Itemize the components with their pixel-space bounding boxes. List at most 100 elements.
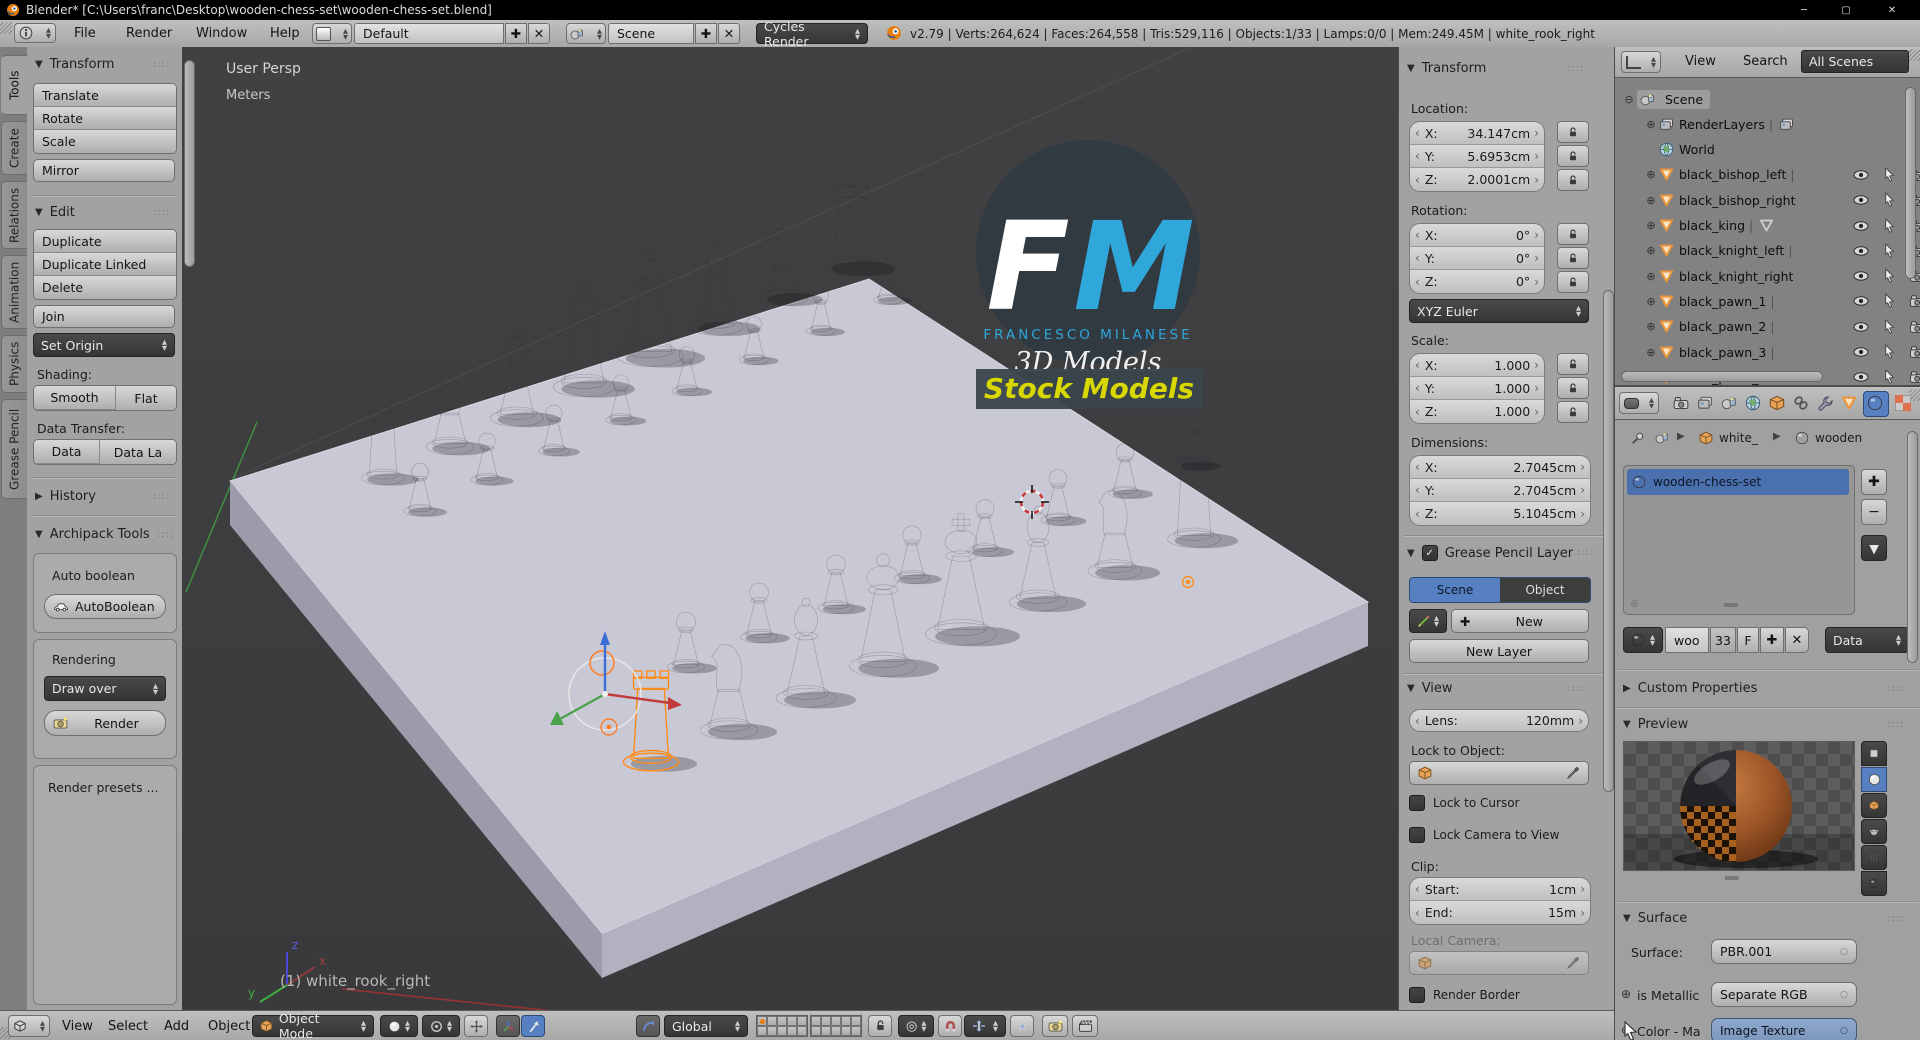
layer-cell[interactable]: [757, 1016, 767, 1026]
gp-new-layer-button[interactable]: New Layer: [1409, 639, 1589, 663]
npanel-scrollbar[interactable]: [1603, 290, 1614, 792]
pivot-align-toggle[interactable]: [464, 1015, 488, 1037]
outliner-item-label[interactable]: black_pawn_3: [1679, 345, 1766, 360]
panel-header-preview[interactable]: ▼ Preview: [1623, 717, 1688, 732]
viewport-shading-dropdown[interactable]: ▲ ▼: [380, 1015, 418, 1037]
tab-object-icon[interactable]: [1769, 395, 1785, 411]
eyedropper-icon[interactable]: [1566, 956, 1580, 970]
duplicate-button[interactable]: Duplicate: [34, 230, 176, 253]
panel-header-surface[interactable]: ▼ Surface: [1623, 911, 1687, 926]
scale-button[interactable]: Scale: [34, 130, 176, 153]
layer-cell[interactable]: [777, 1026, 787, 1036]
outliner-item-label[interactable]: black_king: [1679, 218, 1745, 233]
panel-header-transform[interactable]: ▼ Transform: [35, 57, 114, 72]
outliner-item-label[interactable]: black_knight_left: [1679, 243, 1784, 258]
expander-icon[interactable]: ⊕: [1643, 270, 1659, 283]
color-value-dropdown[interactable]: Image Texture ○: [1711, 1018, 1857, 1040]
dimensions-z-field[interactable]: ‹ Z: 5.1045cm ›: [1410, 502, 1590, 525]
outliner-menu-view[interactable]: View: [1681, 54, 1720, 69]
outliner-item-label[interactable]: black_pawn_2: [1679, 319, 1766, 334]
tab-world-icon[interactable]: [1745, 395, 1761, 411]
menu-window[interactable]: Window: [192, 26, 251, 41]
location-y-field[interactable]: ‹ Y: 5.6953cm ›: [1410, 145, 1544, 168]
join-button[interactable]: Join: [33, 305, 175, 328]
outliner-item-label[interactable]: Scene: [1665, 92, 1703, 107]
outliner-item-label[interactable]: World: [1679, 142, 1715, 157]
local-camera-field[interactable]: [1409, 951, 1589, 975]
renderable-camera-icon[interactable]: [1909, 321, 1920, 333]
metallic-value-dropdown[interactable]: Separate RGB ○: [1711, 982, 1857, 1007]
opengl-render-button[interactable]: [1042, 1015, 1068, 1037]
material-slot-selected[interactable]: wooden-chess-set: [1627, 469, 1849, 495]
region-corner[interactable]: [1909, 49, 1920, 61]
screen-layout-name-field[interactable]: Default: [354, 23, 504, 44]
renderable-camera-icon[interactable]: [1909, 346, 1920, 358]
layers-grid-1[interactable]: [756, 1015, 808, 1037]
layer-cell[interactable]: [757, 1026, 767, 1036]
location-z-field[interactable]: ‹ Z: 2.0001cm ›: [1410, 168, 1544, 191]
outliner-menu-search[interactable]: Search: [1739, 54, 1792, 69]
rotation-x-field[interactable]: ‹ X: 0° ›: [1410, 224, 1544, 247]
mirror-button[interactable]: Mirror: [33, 159, 175, 182]
clip-start-field[interactable]: ‹ Start: 1cm ›: [1410, 878, 1590, 901]
remove-material-slot-button[interactable]: −: [1861, 499, 1887, 525]
menu-file[interactable]: File: [70, 26, 100, 41]
material-users-button[interactable]: 33: [1710, 627, 1736, 653]
menu-add[interactable]: Add: [160, 1019, 193, 1034]
tab-tools[interactable]: Tools: [1, 55, 28, 115]
layer-cell[interactable]: [777, 1016, 787, 1026]
tab-create[interactable]: Create: [1, 121, 28, 175]
tab-animation[interactable]: Animation: [1, 255, 28, 329]
selectable-cursor-icon[interactable]: [1881, 344, 1897, 359]
tab-modifiers-icon[interactable]: [1817, 395, 1833, 411]
dimensions-x-field[interactable]: ‹ X: 2.7045cm ›: [1410, 456, 1590, 479]
lock-location-y[interactable]: [1557, 145, 1589, 167]
panel-header-grease-pencil[interactable]: ▼ ✓ Grease Pencil Layer: [1407, 545, 1593, 561]
material-data-dropdown[interactable]: Data ▲ ▼: [1825, 627, 1909, 653]
tab-material-active[interactable]: [1863, 391, 1889, 417]
render-border-row[interactable]: Render Border: [1409, 987, 1520, 1003]
panel-header-custom-properties[interactable]: ▶ Custom Properties: [1623, 681, 1757, 696]
layer-cell[interactable]: [841, 1016, 851, 1026]
data-button[interactable]: Data: [34, 440, 100, 464]
editor-type-selector[interactable]: ▲ ▼: [14, 23, 56, 43]
maximize-button[interactable]: ▢: [1832, 0, 1860, 20]
outliner-item-black_bishop_right[interactable]: ⊕ black_bishop_right: [1615, 188, 1920, 212]
layer-cell[interactable]: [831, 1026, 841, 1036]
tab-render-icon[interactable]: [1673, 395, 1689, 411]
autoboolean-button[interactable]: AutoBoolean: [44, 594, 166, 619]
preview-cube-button[interactable]: [1861, 793, 1887, 818]
menu-view[interactable]: View: [58, 1019, 97, 1034]
visibility-eye-icon[interactable]: [1853, 321, 1869, 333]
layer-cell[interactable]: [821, 1026, 831, 1036]
layer-cell[interactable]: [811, 1016, 821, 1026]
selectable-cursor-icon[interactable]: [1881, 369, 1897, 384]
visibility-eye-icon[interactable]: [1853, 371, 1869, 383]
visibility-eye-icon[interactable]: [1853, 270, 1869, 282]
properties-scrollbar[interactable]: [1907, 431, 1918, 663]
lock-to-cursor-row[interactable]: Lock to Cursor: [1409, 795, 1519, 811]
translate-button[interactable]: Translate: [34, 84, 176, 107]
layer-cell[interactable]: [787, 1016, 797, 1026]
material-browse-dropdown[interactable]: ▲ ▼: [1623, 627, 1663, 653]
panel-header-edit[interactable]: ▼ Edit: [35, 205, 75, 220]
gp-new-button[interactable]: ✚ New: [1451, 609, 1589, 633]
selectable-cursor-icon[interactable]: [1881, 243, 1897, 258]
layer-cell[interactable]: [797, 1026, 807, 1036]
opengl-render-anim-button[interactable]: [1072, 1015, 1098, 1037]
draw-over-dropdown[interactable]: Draw over ▲ ▼: [44, 676, 166, 701]
data-layout-button[interactable]: Data La: [100, 440, 176, 464]
selectable-cursor-icon[interactable]: [1881, 268, 1897, 283]
breadcrumb-object-name[interactable]: white_: [1719, 431, 1758, 445]
dimensions-y-field[interactable]: ‹ Y: 2.7045cm ›: [1410, 479, 1590, 502]
pivot-point-dropdown[interactable]: ▲ ▼: [422, 1015, 460, 1037]
metallic-expand-icon[interactable]: ⊕: [1621, 987, 1631, 1001]
interaction-mode-dropdown[interactable]: Object Mode ▲ ▼: [252, 1011, 374, 1040]
expander-icon[interactable]: ⊖: [1621, 93, 1637, 106]
add-material-slot-button[interactable]: ✚: [1861, 469, 1887, 495]
renderable-camera-icon[interactable]: [1909, 371, 1920, 383]
outliner-item-label[interactable]: black_knight_right: [1679, 269, 1793, 284]
add-layout-button[interactable]: ✚: [505, 23, 527, 44]
selectable-cursor-icon[interactable]: [1881, 218, 1897, 233]
outliner-display-mode-dropdown[interactable]: All Scenes: [1801, 50, 1909, 73]
